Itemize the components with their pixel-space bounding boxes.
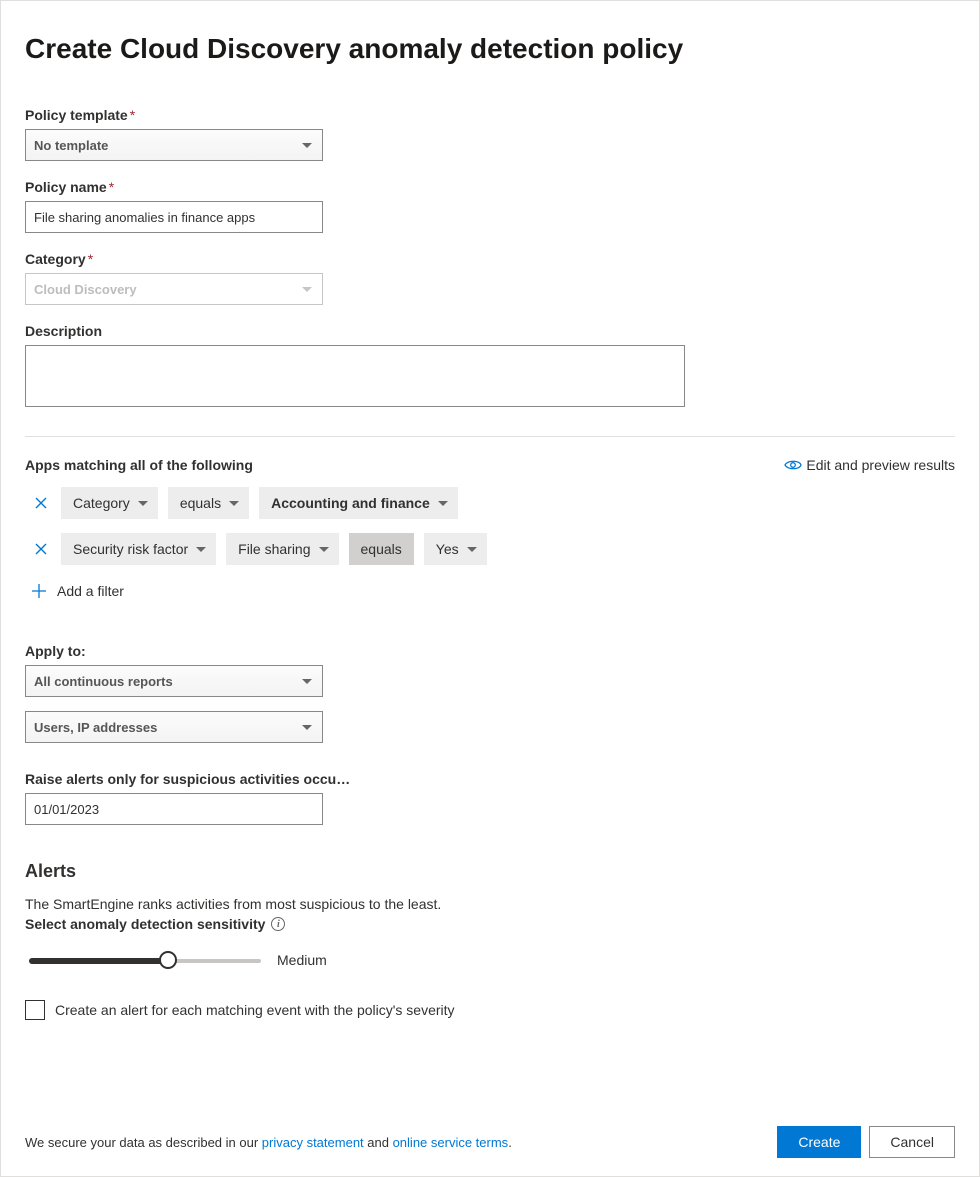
edit-preview-label: Edit and preview results bbox=[806, 457, 955, 473]
info-icon[interactable]: i bbox=[271, 917, 285, 931]
date-field[interactable] bbox=[34, 802, 294, 817]
raise-alerts-date-input[interactable] bbox=[25, 793, 323, 825]
category-select: Cloud Discovery bbox=[25, 273, 323, 305]
chevron-down-icon bbox=[196, 547, 206, 552]
divider bbox=[25, 436, 955, 437]
chevron-down-icon bbox=[138, 501, 148, 506]
apply-targets-select[interactable]: Users, IP addresses bbox=[25, 711, 323, 743]
description-textarea[interactable] bbox=[25, 345, 685, 407]
sensitivity-label: Select anomaly detection sensitivity bbox=[25, 916, 265, 932]
apply-to-label: Apply to: bbox=[25, 643, 955, 659]
filter-row: Security risk factor File sharing equals… bbox=[31, 533, 955, 565]
chevron-down-icon bbox=[302, 725, 312, 730]
sensitivity-value: Medium bbox=[277, 952, 327, 968]
online-service-terms-link[interactable]: online service terms bbox=[393, 1135, 509, 1150]
filter-op-select[interactable]: equals bbox=[349, 533, 414, 565]
cancel-button[interactable]: Cancel bbox=[869, 1126, 955, 1158]
page-title: Create Cloud Discovery anomaly detection… bbox=[25, 33, 955, 65]
filter-field-select[interactable]: Security risk factor bbox=[61, 533, 216, 565]
filter-value-select[interactable]: Accounting and finance bbox=[259, 487, 458, 519]
chevron-down-icon bbox=[302, 287, 312, 292]
chevron-down-icon bbox=[467, 547, 477, 552]
category-label: Category* bbox=[25, 251, 955, 267]
alerts-description: The SmartEngine ranks activities from mo… bbox=[25, 896, 955, 912]
filter-field-select[interactable]: Category bbox=[61, 487, 158, 519]
plus-icon bbox=[31, 583, 47, 599]
policy-name-input[interactable] bbox=[25, 201, 323, 233]
filter-row: Category equals Accounting and finance bbox=[31, 487, 955, 519]
chevron-down-icon bbox=[438, 501, 448, 506]
create-button[interactable]: Create bbox=[777, 1126, 861, 1158]
raise-alerts-label: Raise alerts only for suspicious activit… bbox=[25, 771, 955, 787]
filters-title: Apps matching all of the following bbox=[25, 457, 253, 473]
add-filter-button[interactable]: Add a filter bbox=[31, 583, 955, 599]
filter-value-select[interactable]: Yes bbox=[424, 533, 487, 565]
slider-thumb[interactable] bbox=[159, 951, 177, 969]
remove-filter-button[interactable] bbox=[31, 493, 51, 513]
eye-icon bbox=[784, 459, 800, 471]
filter-op-select[interactable]: equals bbox=[168, 487, 249, 519]
chevron-down-icon bbox=[302, 679, 312, 684]
policy-name-field[interactable] bbox=[34, 210, 294, 225]
edit-preview-results-link[interactable]: Edit and preview results bbox=[784, 457, 955, 473]
create-alert-checkbox[interactable] bbox=[25, 1000, 45, 1020]
chevron-down-icon bbox=[229, 501, 239, 506]
apply-reports-select[interactable]: All continuous reports bbox=[25, 665, 323, 697]
slider-fill bbox=[29, 958, 168, 964]
filter-subfield-select[interactable]: File sharing bbox=[226, 533, 338, 565]
remove-filter-button[interactable] bbox=[31, 539, 51, 559]
add-filter-label: Add a filter bbox=[57, 583, 124, 599]
chevron-down-icon bbox=[319, 547, 329, 552]
privacy-statement-link[interactable]: privacy statement bbox=[262, 1135, 364, 1150]
policy-template-select[interactable]: No template bbox=[25, 129, 323, 161]
policy-template-label: Policy template* bbox=[25, 107, 955, 123]
create-alert-checkbox-label: Create an alert for each matching event … bbox=[55, 1002, 455, 1018]
sensitivity-slider[interactable] bbox=[29, 950, 261, 970]
description-label: Description bbox=[25, 323, 955, 339]
footer-text: We secure your data as described in our … bbox=[25, 1135, 512, 1150]
alerts-heading: Alerts bbox=[25, 861, 955, 882]
policy-name-label: Policy name* bbox=[25, 179, 955, 195]
chevron-down-icon bbox=[302, 143, 312, 148]
